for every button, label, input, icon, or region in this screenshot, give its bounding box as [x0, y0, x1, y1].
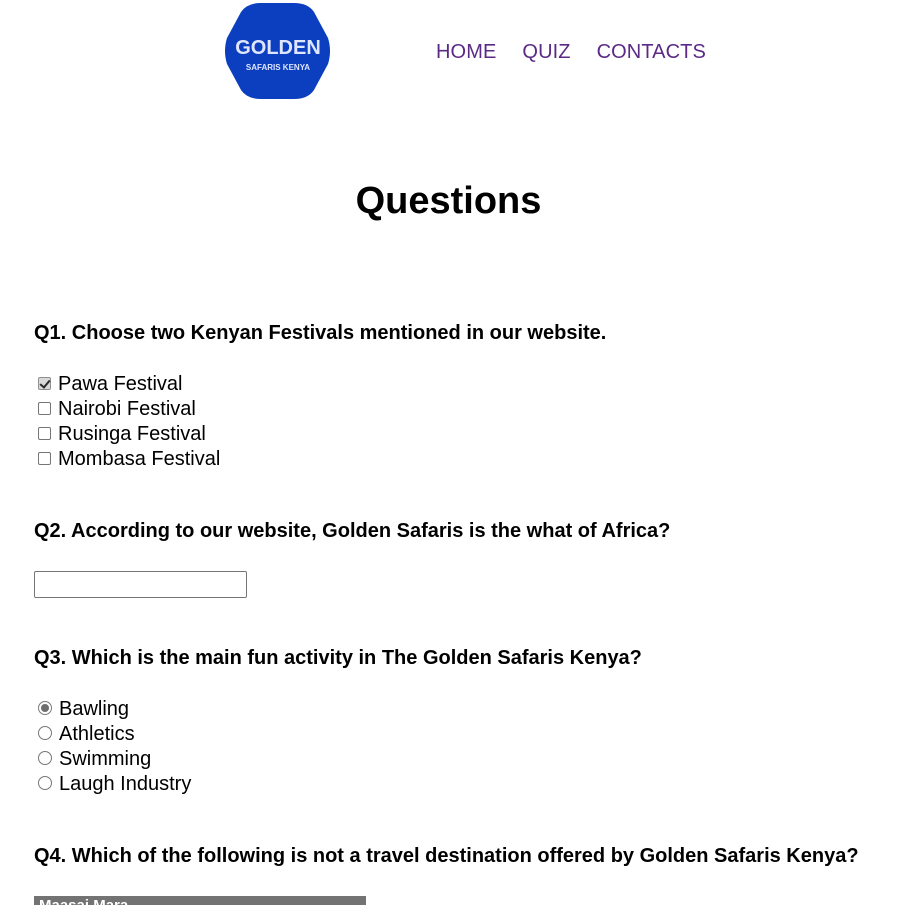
logo-text-sub: SAFARIS KENYA: [246, 63, 310, 72]
q3-option-athletics: Athletics: [38, 722, 191, 747]
q3-option-label: Laugh Industry: [59, 773, 192, 795]
question-4: Q4. Which of the following is not a trav…: [34, 845, 859, 867]
q1-option-mombasa: Mombasa Festival: [38, 447, 220, 472]
q3-option-label: Athletics: [59, 723, 135, 745]
q1-checkbox-pawa[interactable]: [38, 376, 51, 390]
question-1-options: Pawa Festival Nairobi Festival Rusinga F…: [38, 372, 220, 472]
question-3-options: Bawling Athletics Swimming Laugh Industr…: [38, 697, 191, 797]
q1-checkbox-nairobi[interactable]: [38, 401, 51, 415]
q1-option-label: Rusinga Festival: [58, 423, 206, 445]
q3-option-laugh-industry: Laugh Industry: [38, 772, 191, 797]
q1-option-nairobi: Nairobi Festival: [38, 397, 220, 422]
q1-option-label: Pawa Festival: [58, 373, 183, 395]
q3-radio-athletics[interactable]: [38, 726, 52, 740]
nav-home-link[interactable]: HOME: [436, 41, 496, 64]
page-title: Questions: [355, 180, 542, 222]
q4-destination-select[interactable]: Maasai Mara: [34, 896, 366, 905]
q1-option-label: Nairobi Festival: [58, 398, 196, 420]
q3-option-label: Bawling: [59, 698, 130, 720]
q1-option-label: Mombasa Festival: [58, 448, 221, 470]
q3-option-swimming: Swimming: [38, 747, 191, 772]
q1-checkbox-mombasa[interactable]: [38, 451, 51, 465]
question-1: Q1. Choose two Kenyan Festivals mentione…: [34, 322, 607, 344]
q2-answer-input[interactable]: [34, 571, 247, 598]
q3-radio-laugh-industry[interactable]: [38, 776, 52, 790]
nav-contacts-link[interactable]: CONTACTS: [597, 41, 706, 64]
logo-hexagon-icon: GOLDEN SAFARIS KENYA: [225, 3, 330, 99]
q3-radio-bawling[interactable]: [38, 701, 52, 715]
quiz-page: GOLDEN SAFARIS KENYA HOME QUIZ CONTACTS …: [0, 0, 913, 905]
q3-option-bawling: Bawling: [38, 697, 191, 722]
question-2: Q2. According to our website, Golden Saf…: [34, 520, 671, 542]
q3-radio-swimming[interactable]: [38, 751, 52, 765]
q1-option-pawa: Pawa Festival: [38, 372, 220, 397]
question-3: Q3. Which is the main fun activity in Th…: [34, 647, 642, 669]
nav-quiz-link[interactable]: QUIZ: [522, 41, 570, 64]
logo-text-main: GOLDEN: [235, 37, 321, 59]
main-nav: HOME QUIZ CONTACTS: [436, 41, 706, 64]
q1-checkbox-rusinga[interactable]: [38, 426, 51, 440]
q1-option-rusinga: Rusinga Festival: [38, 422, 220, 447]
golden-safaris-logo[interactable]: GOLDEN SAFARIS KENYA: [221, 2, 334, 100]
q3-option-label: Swimming: [59, 748, 152, 770]
